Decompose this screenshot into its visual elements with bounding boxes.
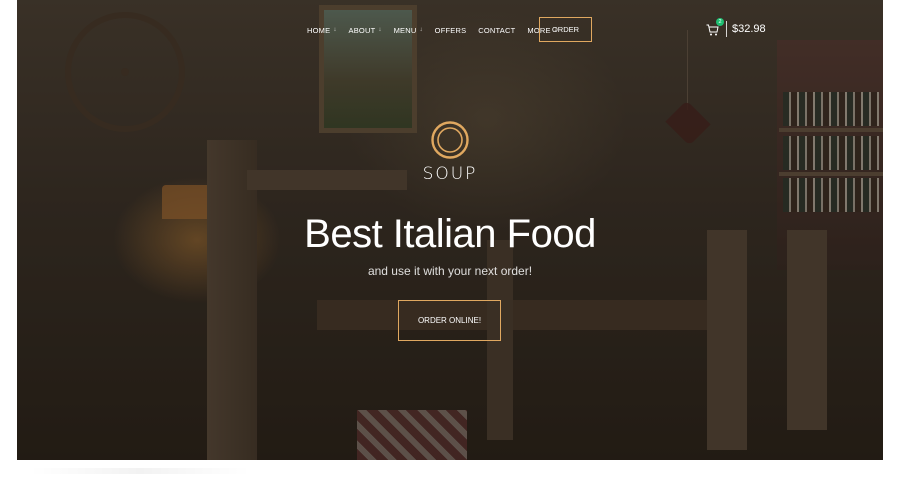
chevron-down-icon: ↓: [419, 27, 423, 33]
chevron-down-icon: ↓: [378, 27, 382, 33]
nav-item-about[interactable]: ABOUT ↓: [349, 26, 382, 35]
nav-item-label: OFFERS: [434, 25, 467, 35]
brand-name: SOUP: [422, 164, 478, 184]
cart-divider: [726, 21, 727, 37]
cart-count-badge: 2: [716, 18, 724, 26]
order-online-button[interactable]: ORDER ONLINE!: [398, 300, 501, 341]
cart-widget[interactable]: 2 $32.98: [706, 18, 766, 38]
content-hint: [30, 468, 250, 474]
nav-item-label: CONTACT: [478, 25, 516, 35]
nav-item-home[interactable]: HOME ↓: [307, 26, 337, 35]
nav-item-label: HOME: [307, 25, 331, 35]
nav-item-label: ABOUT: [348, 25, 376, 35]
nav-item-offers[interactable]: OFFERS: [435, 26, 467, 35]
brand-logo[interactable]: SOUP: [412, 120, 488, 184]
chevron-down-icon: ↓: [333, 27, 337, 33]
nav-item-menu[interactable]: MENU ↓: [394, 26, 423, 35]
cart-total: $32.98: [732, 23, 766, 35]
nav-menu: HOME ↓ ABOUT ↓ MENU ↓ OFFERS CONTACT MOR…: [307, 18, 569, 42]
hero-headline: Best Italian Food: [304, 212, 596, 256]
hero-subline: and use it with your next order!: [367, 264, 533, 278]
nav-item-contact[interactable]: CONTACT: [478, 26, 515, 35]
nav-item-label: MENU: [393, 25, 417, 35]
shopping-cart-icon: 2: [706, 18, 724, 36]
logo-ring-icon: [430, 120, 470, 160]
order-button[interactable]: ORDER: [539, 17, 592, 42]
